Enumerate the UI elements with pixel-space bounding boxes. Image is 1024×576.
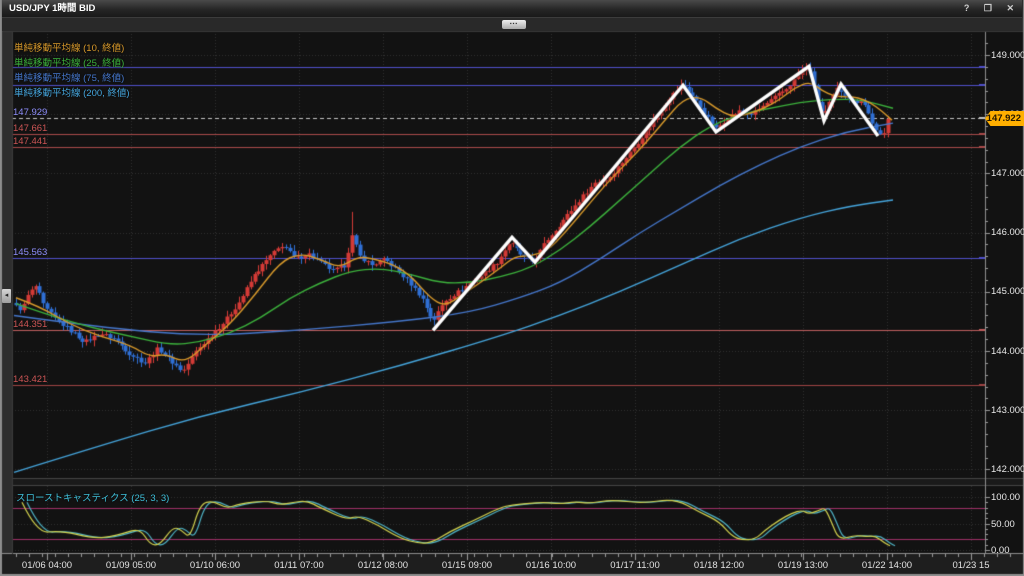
time-axis-label: 01/10 06:00: [175, 560, 255, 571]
chart-window: USD/JPY 1時間 BID ? ❒ ✕ ▪▪▪ ◂ 単純移動平均線 (10,…: [0, 0, 1024, 576]
price-axis-label: 147.000: [991, 168, 1024, 179]
time-axis-label: 01/23 15: [931, 560, 1011, 571]
price-axis-label: 142.000: [991, 464, 1024, 475]
legend-item: 単純移動平均線 (200, 終値): [14, 85, 130, 99]
panel-toggle-button[interactable]: ◂: [2, 289, 11, 303]
time-axis-label: 01/17 11:00: [595, 560, 675, 571]
price-axis-label: 144.000: [991, 346, 1024, 357]
close-button[interactable]: ✕: [1006, 3, 1014, 13]
time-axis-label: 01/18 12:00: [679, 560, 759, 571]
price-axis-label: 143.000: [991, 405, 1024, 416]
time-axis-label: 01/11 07:00: [259, 560, 339, 571]
toolbar-strip: ▪▪▪: [2, 17, 1022, 31]
hline-price-label: 145.563: [13, 247, 47, 258]
legend-item: 単純移動平均線 (25, 終値): [14, 55, 124, 69]
window-controls: ? ❒ ✕: [952, 0, 1014, 17]
time-axis-label: 01/09 05:00: [91, 560, 171, 571]
legend-item: 単純移動平均線 (10, 終値): [14, 40, 124, 54]
stochastic-axis-label: 0.00: [991, 545, 1010, 556]
time-axis-label: 01/12 08:00: [343, 560, 423, 571]
time-axis-label: 01/06 04:00: [7, 560, 87, 571]
hline-price-label: 144.351: [13, 319, 47, 330]
time-axis-label: 01/15 09:00: [427, 560, 507, 571]
time-axis-label: 01/19 13:00: [763, 560, 843, 571]
window-titlebar: USD/JPY 1時間 BID ? ❒ ✕: [2, 0, 1022, 17]
collapse-handle-button[interactable]: ▪▪▪: [502, 20, 526, 29]
maximize-button[interactable]: ❒: [984, 3, 992, 13]
hline-price-label: 147.661: [13, 123, 47, 134]
help-button[interactable]: ?: [964, 3, 970, 13]
hline-price-label: 147.441: [13, 136, 47, 147]
time-axis-label: 01/22 14:00: [847, 560, 927, 571]
price-axis-label: 146.000: [991, 227, 1024, 238]
stochastic-axis-label: 50.00: [991, 519, 1015, 530]
price-axis-label: 145.000: [991, 286, 1024, 297]
hline-price-label: 143.421: [13, 374, 47, 385]
price-axis-label: 149.000: [991, 50, 1024, 61]
time-axis-label: 01/16 10:00: [511, 560, 591, 571]
current-price-badge: 147.922: [985, 111, 1024, 126]
window-title: USD/JPY 1時間 BID: [9, 3, 95, 14]
stochastic-axis-label: 100.00: [991, 492, 1020, 503]
stochastic-label: スローストキャスティクス (25, 3, 3): [16, 490, 169, 504]
legend-item: 単純移動平均線 (75, 終値): [14, 70, 124, 84]
hline-price-label: 147.929: [13, 107, 47, 118]
